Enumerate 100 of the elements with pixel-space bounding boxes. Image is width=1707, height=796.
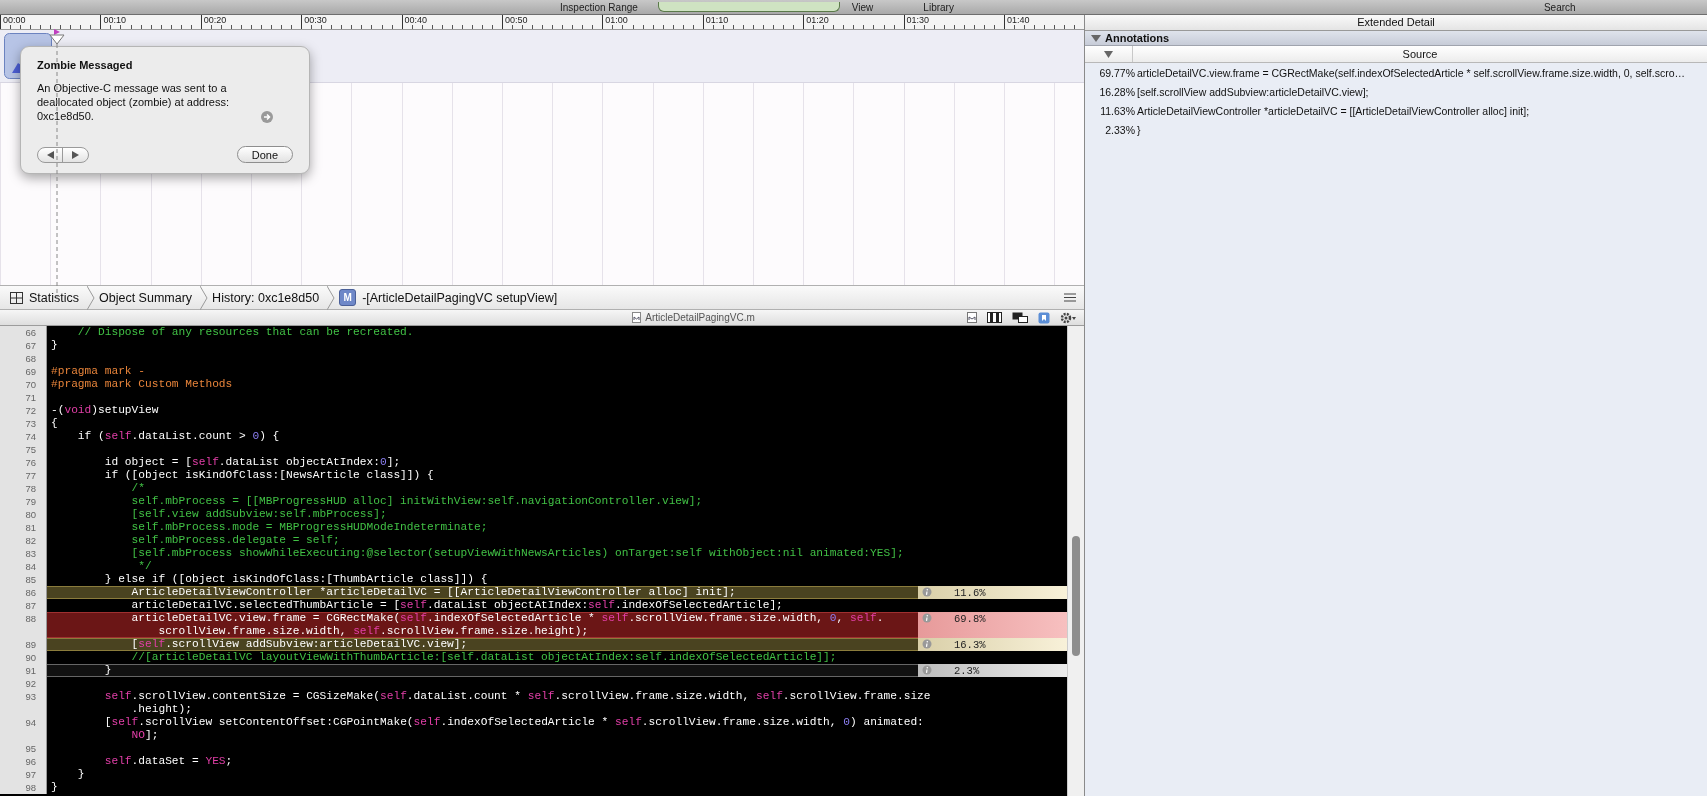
- disclosure-triangle-icon[interactable]: [1091, 33, 1101, 43]
- code-line: }: [51, 781, 59, 794]
- line-number: 89: [0, 638, 47, 651]
- sort-triangle-icon[interactable]: [1104, 50, 1113, 58]
- done-button[interactable]: Done: [236, 146, 293, 163]
- line-number: 77: [0, 469, 47, 482]
- section-title: Annotations: [1105, 32, 1170, 44]
- line-number: 66: [0, 326, 47, 339]
- code-line: self.scrollView.contentSize = CGSizeMake(self.dataList.count * self.scrollView.frame.size.width, self.scrollView.frame.size: [103, 690, 932, 703]
- line-number: 74: [0, 430, 47, 443]
- tick-label: 01:30: [903, 15, 1004, 29]
- code-line: if (self.dataList.count > 0) {: [76, 430, 281, 443]
- line-number: 85: [0, 573, 47, 586]
- breadcrumb-label: Statistics: [29, 290, 79, 305]
- method-badge: M: [339, 289, 357, 306]
- file-name: ArticleDetailPagingVC.m: [645, 312, 755, 323]
- scroll-thumb[interactable]: [1072, 536, 1080, 656]
- code-line: self.dataSet = YES;: [103, 755, 234, 768]
- code-line: .height);: [130, 703, 193, 716]
- breadcrumb-item[interactable]: Object Summary: [95, 286, 201, 309]
- popup-message: An Objective-C message was sent to a deallocated object (zombie) at address: 0xc1e8d50.: [37, 81, 230, 123]
- code-line: articleDetailVC.selectedThumbArticle = [self.dataList objectAtIndex:self.indexOfSelectedArticle];: [130, 599, 784, 612]
- line-number: 94: [0, 716, 47, 742]
- section-header[interactable]: Annotations: [1085, 31, 1707, 46]
- line-number: 81: [0, 521, 47, 534]
- arrow-circle-icon[interactable]: [261, 111, 273, 123]
- info-icon[interactable]: [922, 587, 932, 597]
- code-line: if ([object isKindOfClass:[NewsArticle class]]) {: [103, 469, 435, 482]
- code-line: {: [51, 417, 59, 430]
- breadcrumb-item[interactable]: M -[ArticleDetailPagingVC setupView]: [335, 286, 566, 309]
- line-number: 93: [0, 690, 47, 716]
- code-line: } else if ([object isKindOfClass:[ThumbArticle class]]) {: [103, 573, 489, 586]
- tick-label: 01:00: [602, 15, 703, 29]
- line-number: 92: [0, 677, 47, 690]
- line-number: 82: [0, 534, 47, 547]
- toolbar-label: Inspection Range: [560, 2, 638, 14]
- code-line: #pragma mark Custom Methods: [51, 378, 234, 391]
- info-icon[interactable]: [922, 613, 932, 623]
- line-number: 68: [0, 352, 47, 365]
- toolbar-label: Search: [1543, 2, 1576, 14]
- source-cell: ArticleDetailViewController *articleDetailVC = [[ArticleDetailViewController alloc] init];: [1137, 104, 1530, 117]
- toolbar-label: Library: [923, 2, 954, 14]
- tick-label: 00:20: [200, 15, 302, 29]
- columns-icon[interactable]: [987, 312, 1002, 323]
- range-control[interactable]: [657, 2, 840, 12]
- line-number: 71: [0, 391, 47, 404]
- line-number: 76: [0, 456, 47, 469]
- info-icon[interactable]: [922, 639, 932, 649]
- percent-cell-text: 2.33%: [1104, 123, 1136, 136]
- code-line: self.mbProcess = [[MBProgressHUD alloc] initWithView:self.navigationController.view];: [130, 495, 704, 508]
- line-number: 96: [0, 755, 47, 768]
- code-line: -(void)setupView: [51, 404, 160, 417]
- source-cell: [self.scrollView addSubview:articleDetailVC.view];: [1137, 85, 1369, 98]
- code-line: [self.scrollView addSubview:articleDetailVC.view];: [130, 638, 469, 651]
- code-line: ArticleDetailViewController *articleDetailVC = [[ArticleDetailViewController alloc] init];: [130, 586, 737, 599]
- code-line: #pragma mark -: [51, 365, 146, 378]
- code-line: }: [103, 664, 113, 677]
- code-line: // Dispose of any resources that can be recreated.: [76, 326, 415, 339]
- gear-icon[interactable]: [1060, 311, 1076, 324]
- right-triangle-icon: [72, 150, 79, 159]
- breadcrumb-item[interactable]: Statistics: [6, 286, 87, 309]
- menu-icon[interactable]: [1064, 293, 1076, 302]
- panel-title: Extended Detail: [1085, 15, 1707, 31]
- code-line: //[articleDetailVC layoutViewWithThumbArticle:[self.dataList objectAtIndex:self.indexOfSelectedArticle]];: [130, 651, 838, 664]
- breadcrumb-item[interactable]: History: 0xc1e8d50: [208, 286, 328, 309]
- line-number: 70: [0, 378, 47, 391]
- toolbar-label: View: [851, 2, 874, 14]
- tick-label: 00:10: [100, 15, 201, 29]
- line-number: 73: [0, 417, 47, 430]
- document-icon[interactable]: [967, 312, 977, 323]
- code-line: articleDetailVC.view.frame = CGRectMake(self.indexOfSelectedArticle * self.scrollView.frame.size.width, 0, self.: [130, 612, 885, 625]
- windows-icon[interactable]: [1012, 312, 1028, 323]
- scrollbar[interactable]: [1067, 326, 1084, 796]
- line-number: 88: [0, 612, 47, 638]
- breadcrumb-label: History: 0xc1e8d50: [212, 290, 320, 305]
- code-line: scrollView.frame.size.width, self.scrollView.frame.size.height);: [157, 625, 590, 638]
- code-line: NO];: [130, 729, 160, 742]
- document-icon: [632, 312, 642, 323]
- line-number: 84: [0, 560, 47, 573]
- bookmark-icon[interactable]: [1038, 311, 1050, 324]
- line-number: 95: [0, 742, 47, 755]
- tick-label: 00:50: [501, 15, 603, 29]
- code-line: }: [51, 339, 59, 352]
- info-icon[interactable]: [922, 665, 932, 675]
- percent-label: 16.3%: [954, 639, 986, 651]
- percent-label: 69.8%: [954, 613, 986, 625]
- line-number: 80: [0, 508, 47, 521]
- percent-label: 2.3%: [954, 665, 980, 677]
- popup-title: Zombie Messaged: [37, 59, 134, 71]
- line-number: 78: [0, 482, 47, 495]
- line-number: 87: [0, 599, 47, 612]
- code-line: id object = [self.dataList objectAtIndex:0];: [103, 456, 402, 469]
- grid-icon: [10, 291, 23, 304]
- breadcrumb-label: -[ArticleDetailPagingVC setupView]: [362, 290, 558, 305]
- code-line: [self.scrollView setContentOffset:CGPointMake(self.indexOfSelectedArticle * self.scrollView.frame.size.width, 0) animated:: [103, 716, 925, 729]
- code-line: self.mbProcess.mode = MBProgressHUDModeIndeterminate;: [130, 521, 489, 534]
- percent-label: 11.6%: [954, 587, 986, 599]
- percent-cell-text: 11.63%: [1099, 104, 1136, 117]
- line-number: 91: [0, 664, 47, 677]
- code-line: [self.view addSubview:self.mbProcess];: [130, 508, 388, 521]
